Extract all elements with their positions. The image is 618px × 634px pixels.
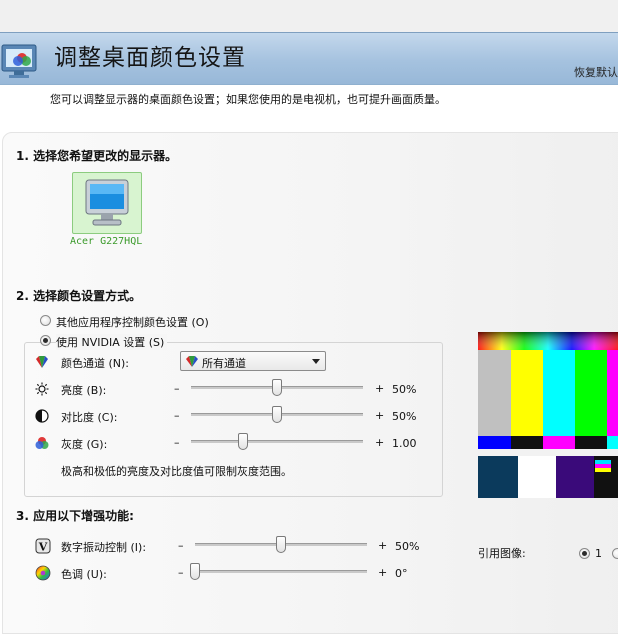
brightness-label: 亮度 (B): [61,384,107,397]
radio-other-apps-label: 其他应用程序控制颜色设置 (O) [56,316,209,329]
restore-defaults-link[interactable]: 恢复默认 [574,64,618,80]
hue-slider-thumb[interactable] [190,563,200,580]
vibrance-label: 数字振动控制 (I): [61,541,147,554]
monitor-name: Acer G227HQL [70,236,143,247]
brightness-minus: – [174,382,180,395]
chevron-down-icon [312,359,320,364]
gamma-plus: + [375,436,385,449]
color-channel-icon [186,356,198,367]
gamma-value: 1.00 [392,437,417,450]
display-color-icon [1,44,37,78]
contrast-minus: – [174,409,180,422]
brightness-slider-thumb[interactable] [272,379,282,396]
reference-image-1-radio[interactable] [579,548,590,559]
color-channel-label: 颜色通道 (N): [61,357,130,370]
color-channel-select[interactable]: 所有通道 [180,351,326,371]
vibrance-minus: – [178,539,184,552]
gamma-label: 灰度 (G): [61,438,108,451]
hue-label: 色调 (U): [61,568,107,581]
digital-vibrance-icon: V [35,538,51,554]
gamma-slider[interactable] [191,440,363,443]
contrast-value: 50% [392,410,417,423]
reference-image-1-label: 1 [595,547,602,560]
gamma-rgb-icon [35,437,49,449]
reference-image-2-radio[interactable] [612,548,618,559]
section2-title: 2. 选择颜色设置方式。 [16,289,142,303]
vibrance-value: 50% [395,540,420,553]
contrast-plus: + [375,409,385,422]
contrast-icon [35,409,49,423]
brightness-plus: + [375,382,385,395]
contrast-slider-thumb[interactable] [272,406,282,423]
section3-title: 3. 应用以下增强功能: [16,509,134,523]
hue-value: 0° [395,567,408,580]
gamma-range-note: 极高和极低的亮度及对比度值可限制灰度范围。 [61,465,292,478]
gamma-minus: – [174,436,180,449]
hue-wheel-icon [35,565,51,581]
hue-slider[interactable] [195,570,367,573]
contrast-label: 对比度 (C): [61,411,118,424]
hue-minus: – [178,566,184,579]
reference-test-pattern [478,332,618,498]
vibrance-slider-thumb[interactable] [276,536,286,553]
radio-other-apps[interactable] [40,315,51,326]
window-top-strip [0,0,618,33]
radio-use-nvidia-label: 使用 NVIDIA 设置 (S) [56,334,168,350]
vibrance-plus: + [378,539,388,552]
hue-plus: + [378,566,388,579]
svg-text:V: V [38,541,48,554]
monitor-icon [85,179,129,226]
brightness-sun-icon [35,382,49,396]
monitor-tile[interactable] [72,172,142,234]
section1-title: 1. 选择您希望更改的显示器。 [16,149,178,163]
brightness-value: 50% [392,383,417,396]
color-channel-selected: 所有通道 [202,357,246,370]
page-title: 调整桌面颜色设置 [54,45,246,71]
radio-use-nvidia[interactable] [40,335,51,346]
color-channel-icon [36,356,48,368]
reference-image-label: 引用图像: [478,547,526,560]
page-header-banner: 调整桌面颜色设置 恢复默认 [0,32,618,85]
gamma-slider-thumb[interactable] [237,433,248,450]
intro-text: 您可以调整显示器的桌面颜色设置；如果您使用的是电视机，也可提升画面质量。 [50,93,446,106]
